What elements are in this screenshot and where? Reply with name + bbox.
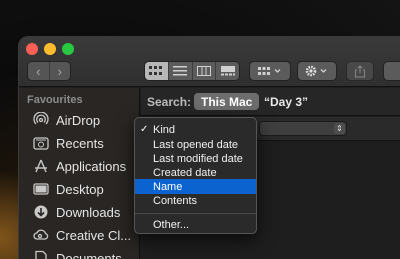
criteria-value-select[interactable]: ⇕ (259, 121, 347, 136)
menu-item-name[interactable]: Name (135, 179, 256, 194)
close-button[interactable] (26, 43, 38, 55)
desktop-icon (32, 180, 50, 198)
sidebar-item-label: AirDrop (56, 112, 101, 128)
gallery-view-button[interactable] (215, 62, 239, 80)
group-by-button[interactable] (249, 61, 291, 81)
action-button[interactable] (297, 61, 337, 81)
sidebar: Favourites AirDrop Recents Applications (19, 88, 140, 259)
documents-icon (32, 249, 50, 259)
sidebar-item-downloads[interactable]: Downloads (32, 202, 120, 222)
menu-item-label: Last modified date (153, 152, 243, 165)
download-icon (32, 203, 50, 221)
column-view-button[interactable] (191, 62, 216, 80)
sidebar-item-recents[interactable]: Recents (32, 133, 104, 153)
scope-this-mac[interactable]: This Mac (194, 93, 260, 110)
checkmark-icon: ✓ (140, 124, 149, 135)
menu-item-contents[interactable]: Contents (135, 193, 256, 208)
toolbar: ‹ › (19, 37, 400, 87)
gallery-view-icon (220, 66, 235, 76)
forward-button[interactable]: › (48, 62, 70, 80)
menu-item-kind[interactable]: ✓ Kind (135, 122, 256, 137)
sidebar-item-label: Downloads (56, 204, 121, 220)
sidebar-item-creative-cloud[interactable]: Creative Cl... (32, 225, 131, 245)
view-mode-group (144, 61, 240, 81)
menu-item-label: Last opened date (153, 138, 239, 151)
search-scope-label: Search: (147, 95, 192, 109)
menu-item-label: Contents (153, 194, 198, 207)
list-view-button[interactable] (167, 62, 192, 80)
icon-view-button[interactable] (145, 62, 168, 80)
chevron-updown-icon: ⇕ (334, 123, 345, 134)
menu-item-label: Created date (153, 166, 217, 179)
share-icon (355, 64, 365, 77)
zoom-button[interactable] (62, 43, 74, 55)
menu-item-last-modified-date[interactable]: Last modified date (135, 151, 256, 166)
scope-folder[interactable]: “Day 3” (264, 95, 308, 109)
menu-item-created-date[interactable]: Created date (135, 165, 256, 180)
icon-view-icon (149, 66, 163, 75)
minimize-button[interactable] (44, 43, 56, 55)
gear-icon (305, 65, 327, 77)
sidebar-item-applications[interactable]: Applications (32, 156, 126, 176)
sidebar-item-documents[interactable]: Documents (32, 248, 122, 259)
sidebar-item-label: Desktop (56, 181, 104, 197)
sidebar-item-label: Applications (56, 158, 127, 174)
sidebar-header: Favourites (27, 94, 83, 106)
sidebar-item-label: Documents (56, 250, 122, 259)
sidebar-item-label: Recents (56, 135, 104, 151)
clock-icon (32, 134, 50, 152)
sidebar-item-label: Creative Cl... (56, 227, 132, 243)
creative-cloud-icon (32, 226, 50, 244)
menu-item-last-opened-date[interactable]: Last opened date (135, 137, 256, 152)
sidebar-item-desktop[interactable]: Desktop (32, 179, 104, 199)
list-view-icon (173, 66, 188, 76)
menu-item-label: Name (153, 180, 183, 193)
airdrop-icon (32, 111, 50, 129)
group-grid-icon (258, 67, 281, 75)
share-button[interactable] (346, 61, 374, 81)
sidebar-item-airdrop[interactable]: AirDrop (32, 110, 100, 130)
search-scope-bar: Search: This Mac “Day 3” (141, 88, 400, 116)
menu-item-label: Kind (153, 123, 176, 136)
column-view-icon (196, 66, 211, 76)
navigation-buttons: ‹ › (27, 61, 71, 81)
menu-separator (135, 213, 256, 214)
attribute-menu: ✓ Kind Last opened date Last modified da… (134, 117, 257, 234)
menu-item-other[interactable]: Other... (135, 217, 256, 232)
tags-button[interactable] (383, 61, 400, 81)
back-button[interactable]: ‹ (28, 62, 49, 80)
menu-item-label: Other... (153, 218, 190, 231)
applications-icon (32, 157, 50, 175)
